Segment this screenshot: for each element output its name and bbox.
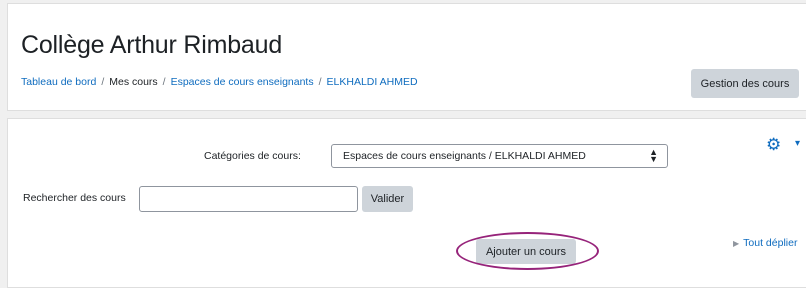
category-select-value: Espaces de cours enseignants / ELKHALDI …: [343, 150, 586, 162]
add-course-button[interactable]: Ajouter un cours: [476, 239, 576, 264]
breadcrumb-dashboard[interactable]: Tableau de bord: [21, 76, 96, 88]
breadcrumb-elkhaldi[interactable]: ELKHALDI AHMED: [327, 76, 418, 88]
category-select[interactable]: Espaces de cours enseignants / ELKHALDI …: [331, 144, 668, 168]
expand-all-link[interactable]: ▶ Tout déplier: [733, 237, 797, 249]
breadcrumb-my-courses: Mes cours: [109, 76, 158, 88]
category-label: Catégories de cours:: [204, 150, 301, 162]
search-input[interactable]: [139, 186, 358, 212]
caret-right-icon: ▶: [733, 239, 740, 248]
site-title: Collège Arthur Rimbaud: [21, 31, 283, 59]
breadcrumb-teacher-spaces[interactable]: Espaces de cours enseignants: [171, 76, 314, 88]
breadcrumb-separator: /: [162, 76, 166, 88]
expand-all-label: Tout déplier: [743, 237, 798, 249]
select-arrows-icon: ▲ ▼: [649, 147, 658, 164]
breadcrumb: Tableau de bord / Mes cours / Espaces de cou…: [21, 76, 418, 88]
search-label: Rechercher des cours: [23, 192, 126, 204]
breadcrumb-separator: /: [101, 76, 105, 88]
chevron-down-icon[interactable]: ▾: [795, 137, 800, 151]
breadcrumb-separator: /: [318, 76, 322, 88]
gear-icon[interactable]: ⚙: [766, 136, 781, 153]
manage-courses-button[interactable]: Gestion des cours: [691, 69, 799, 98]
search-submit-button[interactable]: Valider: [362, 186, 413, 212]
